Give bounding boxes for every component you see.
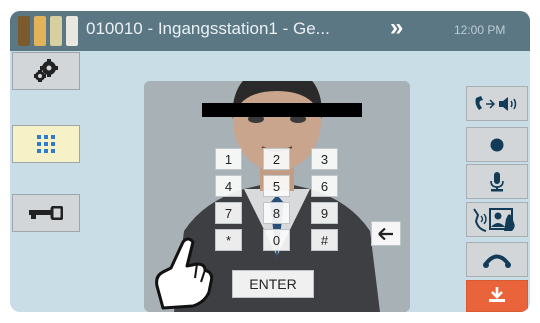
keypad-key[interactable]: # [311, 229, 338, 251]
keypad-key[interactable]: 0 [263, 229, 290, 251]
enter-button[interactable]: ENTER [232, 270, 314, 298]
gear-icon [34, 59, 58, 82]
keypad-key[interactable]: 8 [263, 202, 290, 224]
call-transfer-icon [475, 95, 517, 111]
station-title: 010010 - Ingangsstation1 - Ge... [86, 19, 330, 38]
backspace-button[interactable] [371, 221, 401, 246]
keypad-button[interactable] [12, 125, 80, 163]
camera-status-icon [34, 16, 46, 46]
privacy-mode-icon [473, 207, 515, 232]
microphone-icon [490, 171, 504, 191]
keypad-key[interactable]: 9 [311, 202, 338, 224]
hang-up-button[interactable] [466, 242, 528, 277]
key-icon [29, 206, 63, 220]
end-call-button[interactable] [466, 280, 528, 312]
keypad-key[interactable]: 2 [263, 148, 290, 170]
privacy-mode-button[interactable] [466, 202, 528, 237]
record-button[interactable] [466, 127, 528, 162]
camera-status-icon [50, 16, 62, 46]
hand-pointer-icon [155, 237, 214, 310]
keypad-key[interactable]: 4 [215, 175, 242, 197]
microphone-button[interactable] [466, 164, 528, 199]
arrow-left-icon [378, 227, 393, 240]
settings-button[interactable] [12, 52, 80, 90]
record-icon [490, 138, 504, 151]
keypad-key[interactable]: 6 [311, 175, 338, 197]
camera-status-icon [66, 16, 78, 46]
keypad-key[interactable]: 7 [215, 202, 242, 224]
keypad-icon [37, 135, 55, 153]
keypad-key[interactable]: 1 [215, 148, 242, 170]
keypad-key[interactable]: 5 [263, 175, 290, 197]
call-transfer-button[interactable] [466, 86, 528, 121]
keypad-key[interactable]: * [215, 229, 242, 251]
camera-status-icon [18, 16, 30, 46]
keypad-key[interactable]: 3 [311, 148, 338, 170]
end-call-icon [489, 287, 505, 302]
clock: 12:00 PM [454, 23, 506, 37]
device-display: 010010 - Ingangsstation1 - Ge... » 12:00… [10, 11, 530, 312]
header-bar: 010010 - Ingangsstation1 - Ge... » 12:00… [10, 11, 530, 51]
door-release-button[interactable] [12, 194, 80, 232]
hang-up-icon [483, 254, 511, 268]
next-station-icon[interactable]: » [390, 14, 403, 42]
privacy-redaction [202, 103, 362, 117]
screen: 010010 - Ingangsstation1 - Ge... » 12:00… [0, 0, 540, 323]
